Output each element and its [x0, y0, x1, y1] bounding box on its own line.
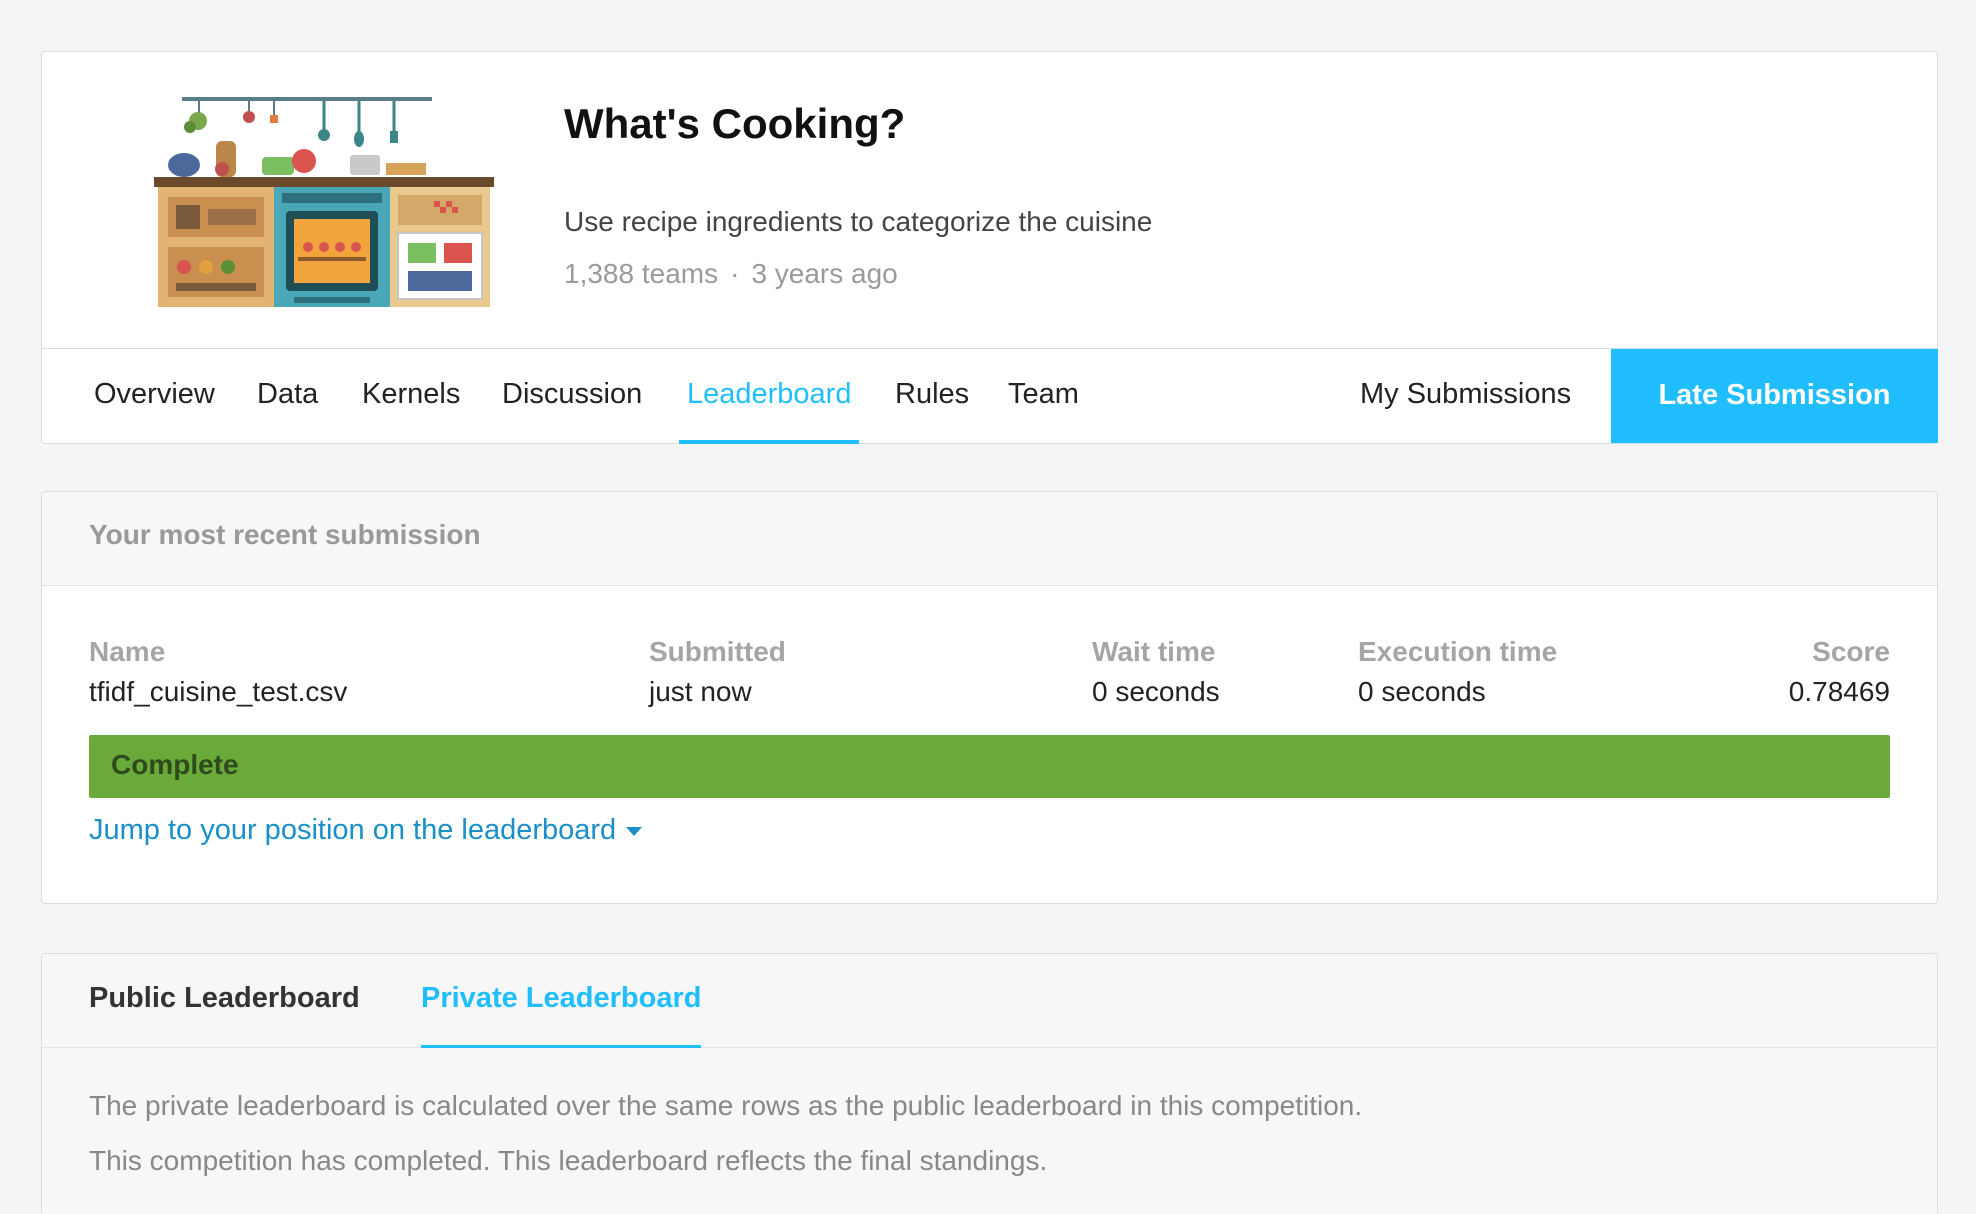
leaderboard-note: This competition has completed. This lea… [89, 1145, 1048, 1176]
competition-title: What's Cooking? [564, 100, 906, 147]
wait-time-label: Wait time [1092, 636, 1216, 667]
competition-description: Use recipe ingredients to categorize the… [564, 206, 1153, 237]
submitted-column: Submitted just now [649, 636, 786, 708]
competition-tabs: Overview Data Kernels Discussion Leaderb… [42, 349, 1938, 444]
tab-discussion[interactable]: Discussion [502, 350, 642, 444]
submitted-value: just now [649, 676, 752, 707]
competition-hero: What's Cooking? Use recipe ingredients t… [42, 52, 1937, 349]
leaderboard-body: The private leaderboard is calculated ov… [42, 1048, 1937, 1214]
competition-age: 3 years ago [751, 258, 898, 289]
name-label: Name [89, 636, 166, 667]
tab-kernels[interactable]: Kernels [362, 350, 460, 444]
kitchen-illustration-icon [154, 97, 494, 307]
wait-time-value: 0 seconds [1092, 676, 1220, 707]
execution-time-value: 0 seconds [1358, 676, 1486, 707]
submitted-label: Submitted [649, 636, 786, 667]
tab-team[interactable]: Team [1008, 350, 1079, 444]
status-bar: Complete [89, 735, 1890, 798]
my-submissions-link[interactable]: My Submissions [1360, 350, 1571, 444]
execution-time-label: Execution time [1358, 636, 1558, 667]
score-label: Score [1812, 636, 1890, 667]
status-label: Complete [111, 749, 239, 780]
caret-down-icon [626, 826, 643, 836]
submission-name-column: Name tfidf_cuisine_test.csv [89, 636, 347, 708]
tab-private-leaderboard[interactable]: Private Leaderboard [421, 954, 702, 1049]
recent-submission-card: Your most recent submission Name tfidf_c… [41, 491, 1938, 904]
jump-to-position-link[interactable]: Jump to your position on the leaderboard [89, 814, 643, 847]
team-count: 1,388 teams [564, 258, 719, 289]
wait-time-column: Wait time 0 seconds [1092, 636, 1220, 708]
leaderboard-note: The private leaderboard is calculated ov… [89, 1090, 1363, 1121]
competition-meta: 1,388 teams · 3 years ago [564, 258, 898, 290]
execution-time-column: Execution time 0 seconds [1358, 636, 1557, 708]
score-value: 0.78469 [1788, 676, 1890, 707]
leaderboard-tabs: Public Leaderboard Private Leaderboard [42, 954, 1937, 1049]
meta-separator: · [730, 258, 740, 289]
recent-submission-heading: Your most recent submission [89, 519, 481, 550]
score-column: Score 0.78469 [1789, 636, 1890, 708]
tab-public-leaderboard[interactable]: Public Leaderboard [89, 954, 360, 1048]
tab-rules[interactable]: Rules [895, 350, 969, 444]
tab-data[interactable]: Data [257, 350, 318, 444]
recent-submission-header: Your most recent submission [42, 492, 1937, 586]
tab-overview[interactable]: Overview [94, 350, 215, 444]
jump-link-label: Jump to your position on the leaderboard [89, 814, 617, 846]
competition-header-card: What's Cooking? Use recipe ingredients t… [41, 51, 1938, 444]
leaderboard-card: Public Leaderboard Private Leaderboard T… [41, 953, 1938, 1214]
submission-filename: tfidf_cuisine_test.csv [89, 676, 348, 707]
tab-leaderboard[interactable]: Leaderboard [678, 350, 860, 444]
late-submission-button[interactable]: Late Submission [1611, 349, 1938, 443]
